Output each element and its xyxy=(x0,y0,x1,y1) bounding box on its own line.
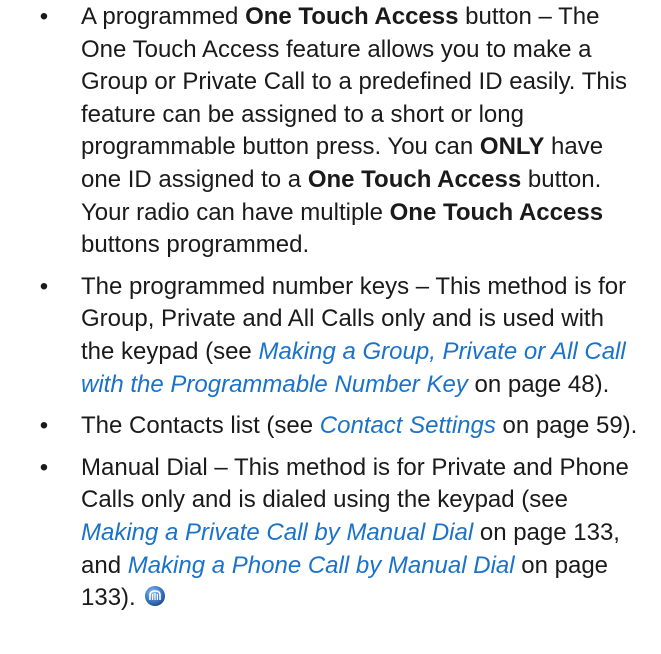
bullet-marker: • xyxy=(39,272,49,300)
bold-term: ONLY xyxy=(479,133,545,161)
list-item-contacts-list: • The Contacts list (see Contact Setting… xyxy=(34,410,641,443)
end-of-section-icon xyxy=(144,584,166,607)
bullet-marker: • xyxy=(39,453,49,481)
text-segment: Manual Dial – This method is for Private… xyxy=(81,453,629,514)
text-segment: buttons programmed. xyxy=(81,231,310,259)
document-page: • A programmed One Touch Access button –… xyxy=(0,0,661,654)
method-list: • A programmed One Touch Access button –… xyxy=(34,1,641,615)
list-item-one-touch-access: • A programmed One Touch Access button –… xyxy=(34,1,641,262)
cross-reference-link[interactable]: Making a Phone Call by Manual Dial xyxy=(128,552,515,579)
list-item-programmed-number-keys: • The programmed number keys – This meth… xyxy=(34,271,641,401)
bold-term: One Touch Access xyxy=(307,165,522,193)
text-segment: on page 48). xyxy=(467,370,610,398)
bullet-marker: • xyxy=(39,3,49,30)
list-item-manual-dial: • Manual Dial – This method is for Priva… xyxy=(34,452,641,615)
bullet-marker: • xyxy=(39,412,49,440)
text-segment: A programmed xyxy=(81,3,246,30)
bold-term: One Touch Access xyxy=(389,198,604,226)
cross-reference-link[interactable]: Contact Settings xyxy=(320,412,496,439)
bold-term: One Touch Access xyxy=(245,3,459,30)
text-segment: The Contacts list (see xyxy=(81,412,320,440)
cross-reference-link[interactable]: Making a Private Call by Manual Dial xyxy=(81,519,473,546)
text-segment: on page 59). xyxy=(495,412,638,440)
